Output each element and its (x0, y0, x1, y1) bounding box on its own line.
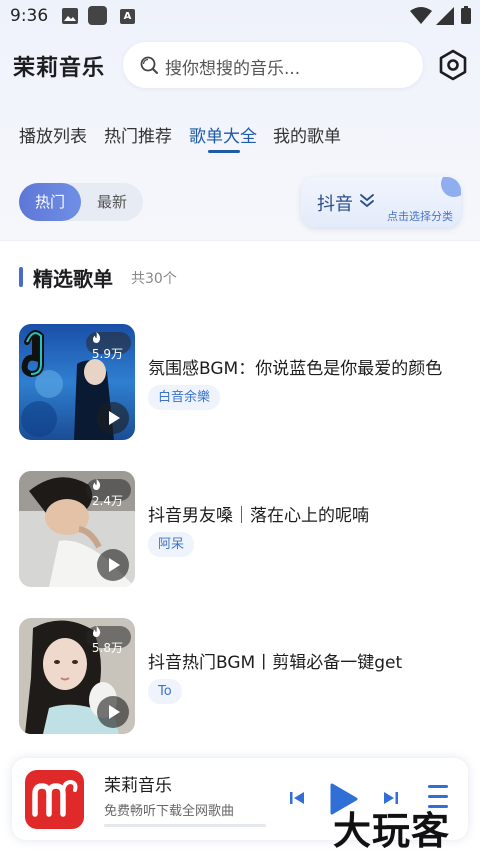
category-decoration (441, 177, 461, 197)
watermark-text: 大玩客 (333, 809, 451, 853)
plays-badge: 5.8万 (85, 626, 131, 655)
divider (0, 240, 480, 241)
wifi-icon (410, 7, 432, 24)
tab-bar: 播放列表 热门推荐 歌单大全 我的歌单 (0, 120, 480, 160)
section-title: 精选歌单 (33, 267, 113, 291)
gallery-icon (62, 8, 78, 24)
status-time: 9:36 (10, 6, 49, 26)
app-title: 茉莉音乐 (13, 56, 106, 81)
tab-active-indicator (208, 150, 240, 153)
playlist-item[interactable]: 2.4万 抖音男友嗓｜落在心上的呢喃 阿呆 (0, 471, 480, 591)
search-icon (140, 56, 158, 74)
segment-hot[interactable]: 热门 (19, 183, 81, 221)
tab-all-playlists[interactable]: 歌单大全 (189, 122, 257, 147)
tab-hot-recommend[interactable]: 热门推荐 (104, 122, 172, 147)
segment-latest[interactable]: 最新 (81, 183, 143, 221)
skip-previous-icon[interactable] (288, 789, 306, 807)
play-icon[interactable] (97, 402, 129, 434)
app-notification-icon (88, 6, 107, 25)
signal-icon (436, 7, 454, 25)
now-playing-subtitle: 免费畅听下载全网歌曲 (104, 804, 235, 819)
search-placeholder: 搜你想搜的音乐... (165, 59, 301, 79)
plays-count: 5.9万 (91, 347, 123, 361)
plays-badge: 2.4万 (85, 479, 131, 508)
playlist-item[interactable]: 5.9万 氛围感BGM：你说蓝色是你最爱的颜色 白音余樂 (0, 324, 480, 444)
settings-icon[interactable] (436, 48, 470, 82)
playlist-cover[interactable]: 5.8万 (19, 618, 135, 734)
playlist-author-tag[interactable]: To (148, 679, 182, 704)
category-picker[interactable]: 抖音 点击选择分类 (301, 177, 461, 227)
plays-count: 5.8万 (91, 641, 123, 655)
playlist-title: 抖音男友嗓｜落在心上的呢喃 (148, 506, 369, 526)
status-bar: 9:36 A (0, 0, 480, 34)
playlist-title: 氛围感BGM：你说蓝色是你最爱的颜色 (148, 359, 443, 379)
fire-icon (92, 479, 101, 490)
playlist-item[interactable]: 5.8万 抖音热门BGM丨剪辑必备一键get To (0, 618, 480, 738)
battery-icon (461, 6, 471, 24)
fire-icon (92, 626, 101, 637)
category-hint: 点击选择分类 (387, 210, 453, 223)
text-notification-icon: A (120, 9, 135, 24)
playlist-cover[interactable]: 5.9万 (19, 324, 135, 440)
playlist-cover[interactable]: 2.4万 (19, 471, 135, 587)
sort-segmented-control: 热门 最新 (19, 183, 143, 221)
playback-progress-bar[interactable] (104, 824, 266, 827)
plays-count: 2.4万 (91, 494, 123, 508)
app-logo-icon (25, 770, 84, 829)
category-label: 抖音 (317, 194, 353, 215)
section-accent-bar (19, 267, 23, 287)
plays-badge: 5.9万 (85, 332, 131, 361)
chevron-down-icon (360, 194, 374, 207)
search-input[interactable]: 搜你想搜的音乐... (123, 42, 423, 88)
playlist-title: 抖音热门BGM丨剪辑必备一键get (148, 653, 403, 673)
play-icon[interactable] (97, 696, 129, 728)
tab-playlist[interactable]: 播放列表 (19, 122, 87, 147)
fire-icon (92, 332, 101, 343)
tab-my-playlists[interactable]: 我的歌单 (273, 122, 341, 147)
playlist-author-tag[interactable]: 白音余樂 (148, 385, 221, 410)
play-icon[interactable] (97, 549, 129, 581)
playlist-author-tag[interactable]: 阿呆 (148, 532, 195, 557)
now-playing-title: 茉莉音乐 (104, 776, 172, 796)
section-count: 共30个 (131, 271, 177, 287)
